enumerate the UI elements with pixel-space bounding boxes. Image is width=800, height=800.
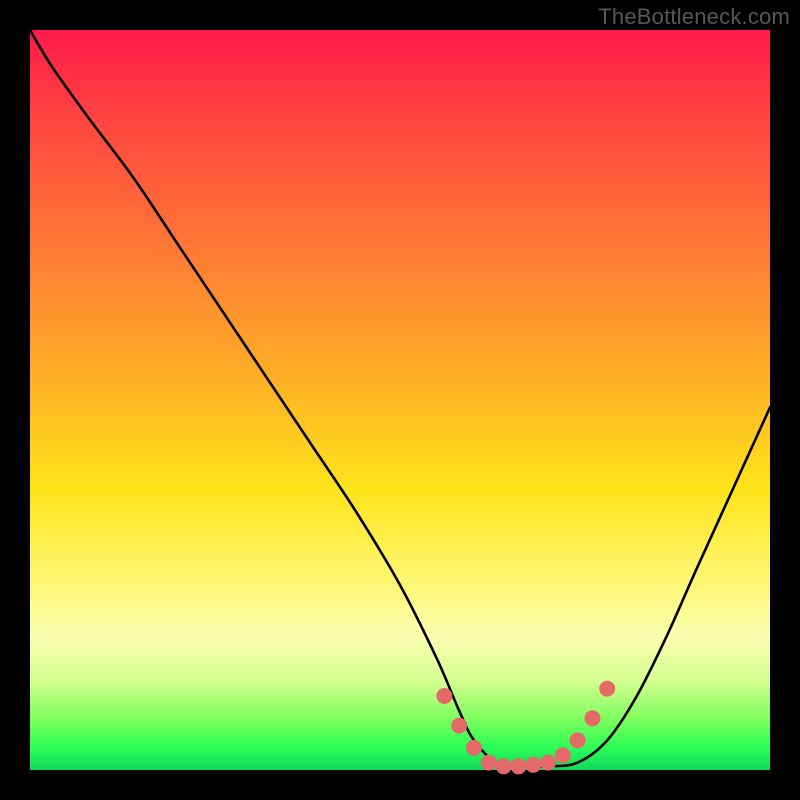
marker-dot — [451, 718, 467, 734]
chart-svg — [30, 30, 770, 770]
marker-dot — [510, 758, 526, 774]
marker-dot — [599, 681, 615, 697]
plot-area — [30, 30, 770, 770]
bottleneck-curve — [30, 30, 770, 767]
marker-dot — [525, 757, 541, 773]
marker-dot — [481, 755, 497, 771]
chart-frame: TheBottleneck.com — [0, 0, 800, 800]
marker-dot — [436, 688, 452, 704]
marker-dot — [584, 710, 600, 726]
marker-dot — [466, 740, 482, 756]
attribution-label: TheBottleneck.com — [598, 4, 790, 30]
highlight-dots — [436, 681, 615, 775]
marker-dot — [555, 747, 571, 763]
marker-dot — [570, 732, 586, 748]
marker-dot — [540, 755, 556, 771]
marker-dot — [496, 758, 512, 774]
